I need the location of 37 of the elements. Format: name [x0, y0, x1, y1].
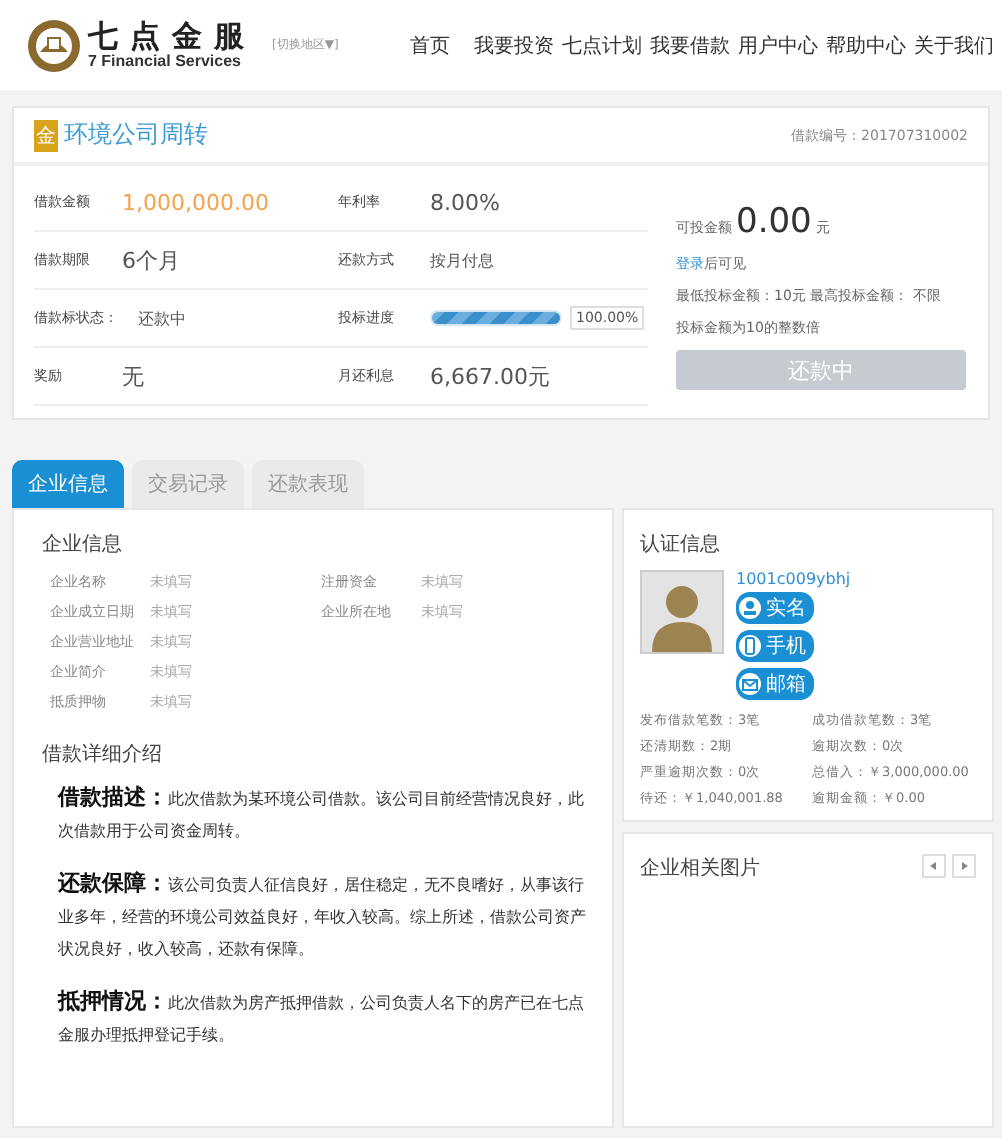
- field-value: 还款中: [138, 307, 186, 329]
- detail-paragraph: 抵押情况：此次借款为房产抵押借款，公司负责人名下的房产已在七点金服办理抵押登记手续。: [58, 986, 586, 1048]
- verified-badge: 实名: [736, 592, 814, 624]
- detail-paragraph: 借款描述：此次借款为某环境公司借款。该公司目前经营情况良好，此次借款用于公司资金周转。: [58, 782, 586, 844]
- phone-icon: [738, 634, 762, 658]
- section-title: 企业相关图片: [640, 855, 760, 882]
- nav-link[interactable]: 七点计划: [562, 31, 642, 59]
- section-title: 借款详细介绍: [42, 741, 164, 768]
- verified-badge: 邮箱: [736, 668, 814, 700]
- section-title: 企业信息: [42, 531, 124, 558]
- nav-link[interactable]: 关于我们: [914, 31, 994, 59]
- tab[interactable]: 企业信息: [12, 460, 124, 508]
- category-badge: 金: [34, 119, 58, 151]
- nav-link[interactable]: 帮助中心: [826, 31, 906, 59]
- field-value: 6,667.00元: [430, 361, 550, 391]
- verified-badge: 手机: [736, 630, 814, 662]
- logo-title: 七点金服: [88, 20, 256, 52]
- nav-link[interactable]: 首页: [410, 31, 450, 59]
- previous-button[interactable]: [922, 854, 946, 878]
- logo-subtitle: 7 Financial Services: [88, 52, 243, 70]
- nav-link[interactable]: 用户中心: [738, 31, 818, 59]
- detail-paragraph: 还款保障：该公司负责人征信良好，居住稳定，无不良嗜好，从事该行业多年，经营的环境公司效益良好，年收入较高。综上所述，借款公司资产状况良好，收入较高，还款有保障。: [58, 868, 588, 962]
- envelope-icon: [738, 672, 762, 696]
- nav-link[interactable]: 我要投资: [474, 31, 554, 59]
- username-link[interactable]: 1001c009ybhj: [736, 570, 896, 588]
- next-button[interactable]: [952, 854, 976, 878]
- field-value: 无: [122, 361, 144, 391]
- field-value: 6个月: [122, 245, 180, 275]
- field-value: 按月付息: [430, 249, 494, 271]
- section-title: 认证信息: [640, 531, 722, 558]
- field-value: 1,000,000.00: [122, 189, 269, 215]
- loan-title: 环境公司周转: [64, 118, 208, 152]
- field-value: 8.00%: [430, 189, 500, 215]
- person-icon: [738, 596, 762, 620]
- coin-logo-icon: [26, 17, 82, 73]
- nav-link[interactable]: 我要借款: [650, 31, 730, 59]
- available-amount: 0.00: [736, 202, 812, 242]
